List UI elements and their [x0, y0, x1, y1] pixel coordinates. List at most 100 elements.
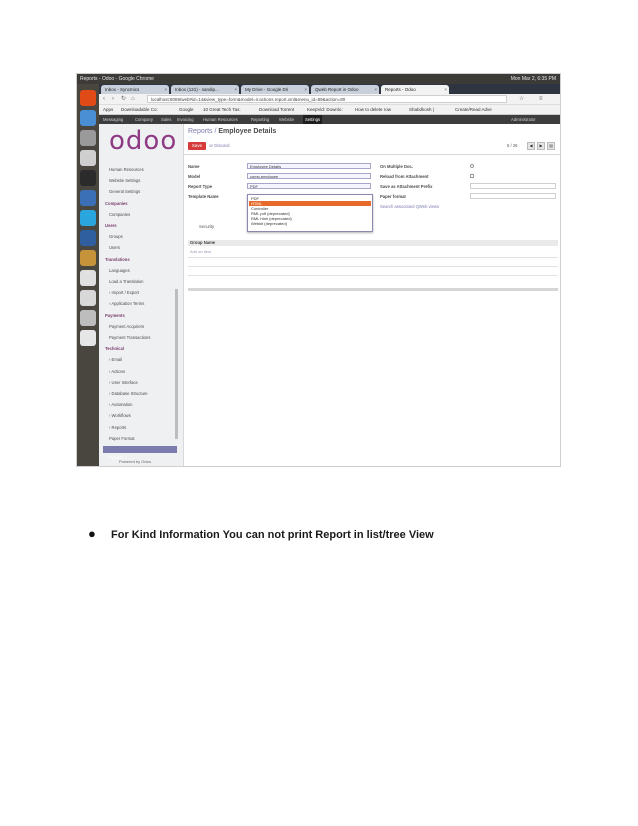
sidebar-item[interactable]: Paper Format [109, 436, 135, 441]
on-multiple-checkbox[interactable] [470, 164, 474, 168]
next-record-icon[interactable]: ▶ [537, 142, 545, 150]
close-icon[interactable]: × [304, 85, 307, 94]
bookmark-item[interactable]: Create/Read Adve [455, 105, 492, 114]
sidebar-item[interactable]: › Database Structure [109, 391, 148, 396]
tab-label: My Drive - Google Dri [245, 87, 289, 92]
sidebar-item[interactable]: General Settings [109, 189, 140, 194]
name-field[interactable]: Employee Details [247, 163, 371, 169]
bookmark-item[interactable]: 10 Great Tech Tas: [203, 105, 241, 114]
browser-tab[interactable]: Inbox - Syncmics × [101, 85, 169, 94]
text-editor-icon[interactable] [80, 150, 96, 166]
qweb-views-link[interactable]: Search associated QWeb views [380, 204, 439, 209]
screenshot-frame: Reports - Odoo - Google Chrome Mon Mar 2… [76, 73, 561, 467]
browser-tab[interactable]: Inbox (121) - sandip... × [171, 85, 239, 94]
close-icon[interactable]: × [444, 85, 447, 94]
sidebar-item[interactable]: Load a Translation [109, 279, 143, 284]
back-icon[interactable]: ‹ [103, 95, 105, 103]
breadcrumb-parent[interactable]: Reports [188, 128, 213, 135]
bookmark-item[interactable]: How to delete row [355, 105, 391, 114]
menu-item[interactable]: Company [135, 115, 153, 124]
save-prefix-input[interactable] [470, 183, 556, 189]
home-icon[interactable]: ⌂ [131, 95, 135, 103]
bookmark-item[interactable]: Download Torrent [259, 105, 294, 114]
model-field[interactable]: comp.employee [247, 173, 371, 179]
ubuntu-top-bar: Reports - Odoo - Google Chrome Mon Mar 2… [77, 74, 560, 84]
menu-item-settings[interactable]: Settings [303, 115, 323, 124]
on-multiple-label: On Multiple Doc. [380, 164, 414, 169]
spreadsheet-icon[interactable] [80, 290, 96, 306]
firefox-icon[interactable] [80, 230, 96, 246]
form-view-icon[interactable]: ▤ [547, 142, 555, 150]
url-input[interactable]: localhost:8069/web#id=14&view_type=form&… [147, 95, 507, 103]
chrome-icon[interactable] [80, 110, 96, 126]
chrome-window: Inbox - Syncmics × Inbox (121) - sandip..… [99, 84, 560, 466]
sidebar-item[interactable]: Users [109, 245, 120, 250]
chrome-menu-icon[interactable]: ≡ [539, 95, 543, 103]
caption-text: For Kind Information You can not print R… [111, 529, 434, 541]
paper-format-select[interactable] [470, 193, 556, 199]
prev-record-icon[interactable]: ◀ [527, 142, 535, 150]
sidebar-section-heading: Companies [105, 201, 128, 206]
sidebar-item[interactable]: › Application Terms [109, 301, 144, 306]
database-icon[interactable] [80, 190, 96, 206]
discard-link[interactable]: or Discard [209, 142, 230, 150]
user-menu[interactable]: Administrator [511, 115, 536, 124]
terminal-icon[interactable] [80, 170, 96, 186]
bookmark-item[interactable]: Apps [103, 105, 113, 114]
sidebar-item[interactable]: Human Resources [109, 167, 144, 172]
sidebar-item-selected[interactable]: Reports [103, 446, 177, 460]
bookmarks-bar: Apps Downloadable Co: Google 10 Great Te… [99, 105, 560, 115]
menu-item[interactable]: Website [279, 115, 294, 124]
system-status: Mon Mar 2, 6:35 PM [510, 76, 556, 82]
menu-item[interactable]: Human Resources [203, 115, 238, 124]
bookmark-item[interactable]: KeepVid: Downlo: [307, 105, 343, 114]
close-icon[interactable]: × [164, 85, 167, 94]
reload-icon[interactable]: ↻ [121, 95, 126, 103]
sidebar-item[interactable]: Groups [109, 234, 123, 239]
tab-strip: Inbox - Syncmics × Inbox (121) - sandip..… [99, 84, 560, 94]
reload-checkbox[interactable] [470, 174, 474, 178]
report-type-select[interactable]: PDF [247, 183, 371, 189]
bookmark-item[interactable]: Shabdkosh | [409, 105, 434, 114]
workspace-icon[interactable] [80, 330, 96, 346]
add-item-link[interactable]: Add an item [190, 249, 211, 254]
sidebar-scrollbar[interactable] [175, 289, 178, 439]
sidebar-item[interactable]: › Automation [109, 402, 133, 407]
window-title: Reports - Odoo - Google Chrome [80, 76, 154, 82]
browser-tab-active[interactable]: Reports - Odoo × [381, 85, 449, 94]
sidebar-item[interactable]: › Workflows [109, 413, 131, 418]
menu-item[interactable]: Invoicing [177, 115, 194, 124]
dropdown-option[interactable]: Webkit (deprecated) [249, 221, 371, 226]
document-icon[interactable] [80, 270, 96, 286]
sidebar-section-heading: Payments [105, 313, 125, 318]
close-icon[interactable]: × [374, 85, 377, 94]
close-icon[interactable]: × [234, 85, 237, 94]
sidebar-item[interactable]: › Import / Export [109, 290, 139, 295]
star-icon[interactable]: ☆ [519, 95, 524, 103]
tab-security[interactable]: Security [199, 224, 214, 229]
sidebar-item[interactable]: › Email [109, 357, 122, 362]
dash-icon[interactable] [80, 90, 96, 106]
forward-icon[interactable]: › [112, 95, 114, 103]
tab-label: Reports - Odoo [385, 87, 416, 92]
presentation-icon[interactable] [80, 310, 96, 326]
bookmark-item[interactable]: Downloadable Co: [121, 105, 158, 114]
save-button[interactable]: Save [188, 142, 206, 150]
menu-item[interactable]: Reporting [251, 115, 269, 124]
browser-tab[interactable]: Qweb Report in Odoo × [311, 85, 379, 94]
sidebar-item[interactable]: Payment Acquirers [109, 324, 144, 329]
sidebar-item[interactable]: Companies [109, 212, 130, 217]
sidebar-item[interactable]: Languages [109, 268, 130, 273]
browser-tab[interactable]: My Drive - Google Dri × [241, 85, 309, 94]
menu-item[interactable]: Sales [161, 115, 171, 124]
skype-icon[interactable] [80, 210, 96, 226]
sidebar-item[interactable]: Payment Transactions [109, 335, 150, 340]
sidebar-item[interactable]: › User Interface [109, 380, 138, 385]
sidebar-item[interactable]: Website Settings [109, 178, 140, 183]
sidebar-item[interactable]: › Reports [109, 425, 126, 430]
files-icon[interactable] [80, 130, 96, 146]
menu-item[interactable]: Messaging [103, 115, 123, 124]
bookmark-item[interactable]: Google [179, 105, 194, 114]
sidebar-item[interactable]: › Actions [109, 369, 125, 374]
archive-icon[interactable] [80, 250, 96, 266]
